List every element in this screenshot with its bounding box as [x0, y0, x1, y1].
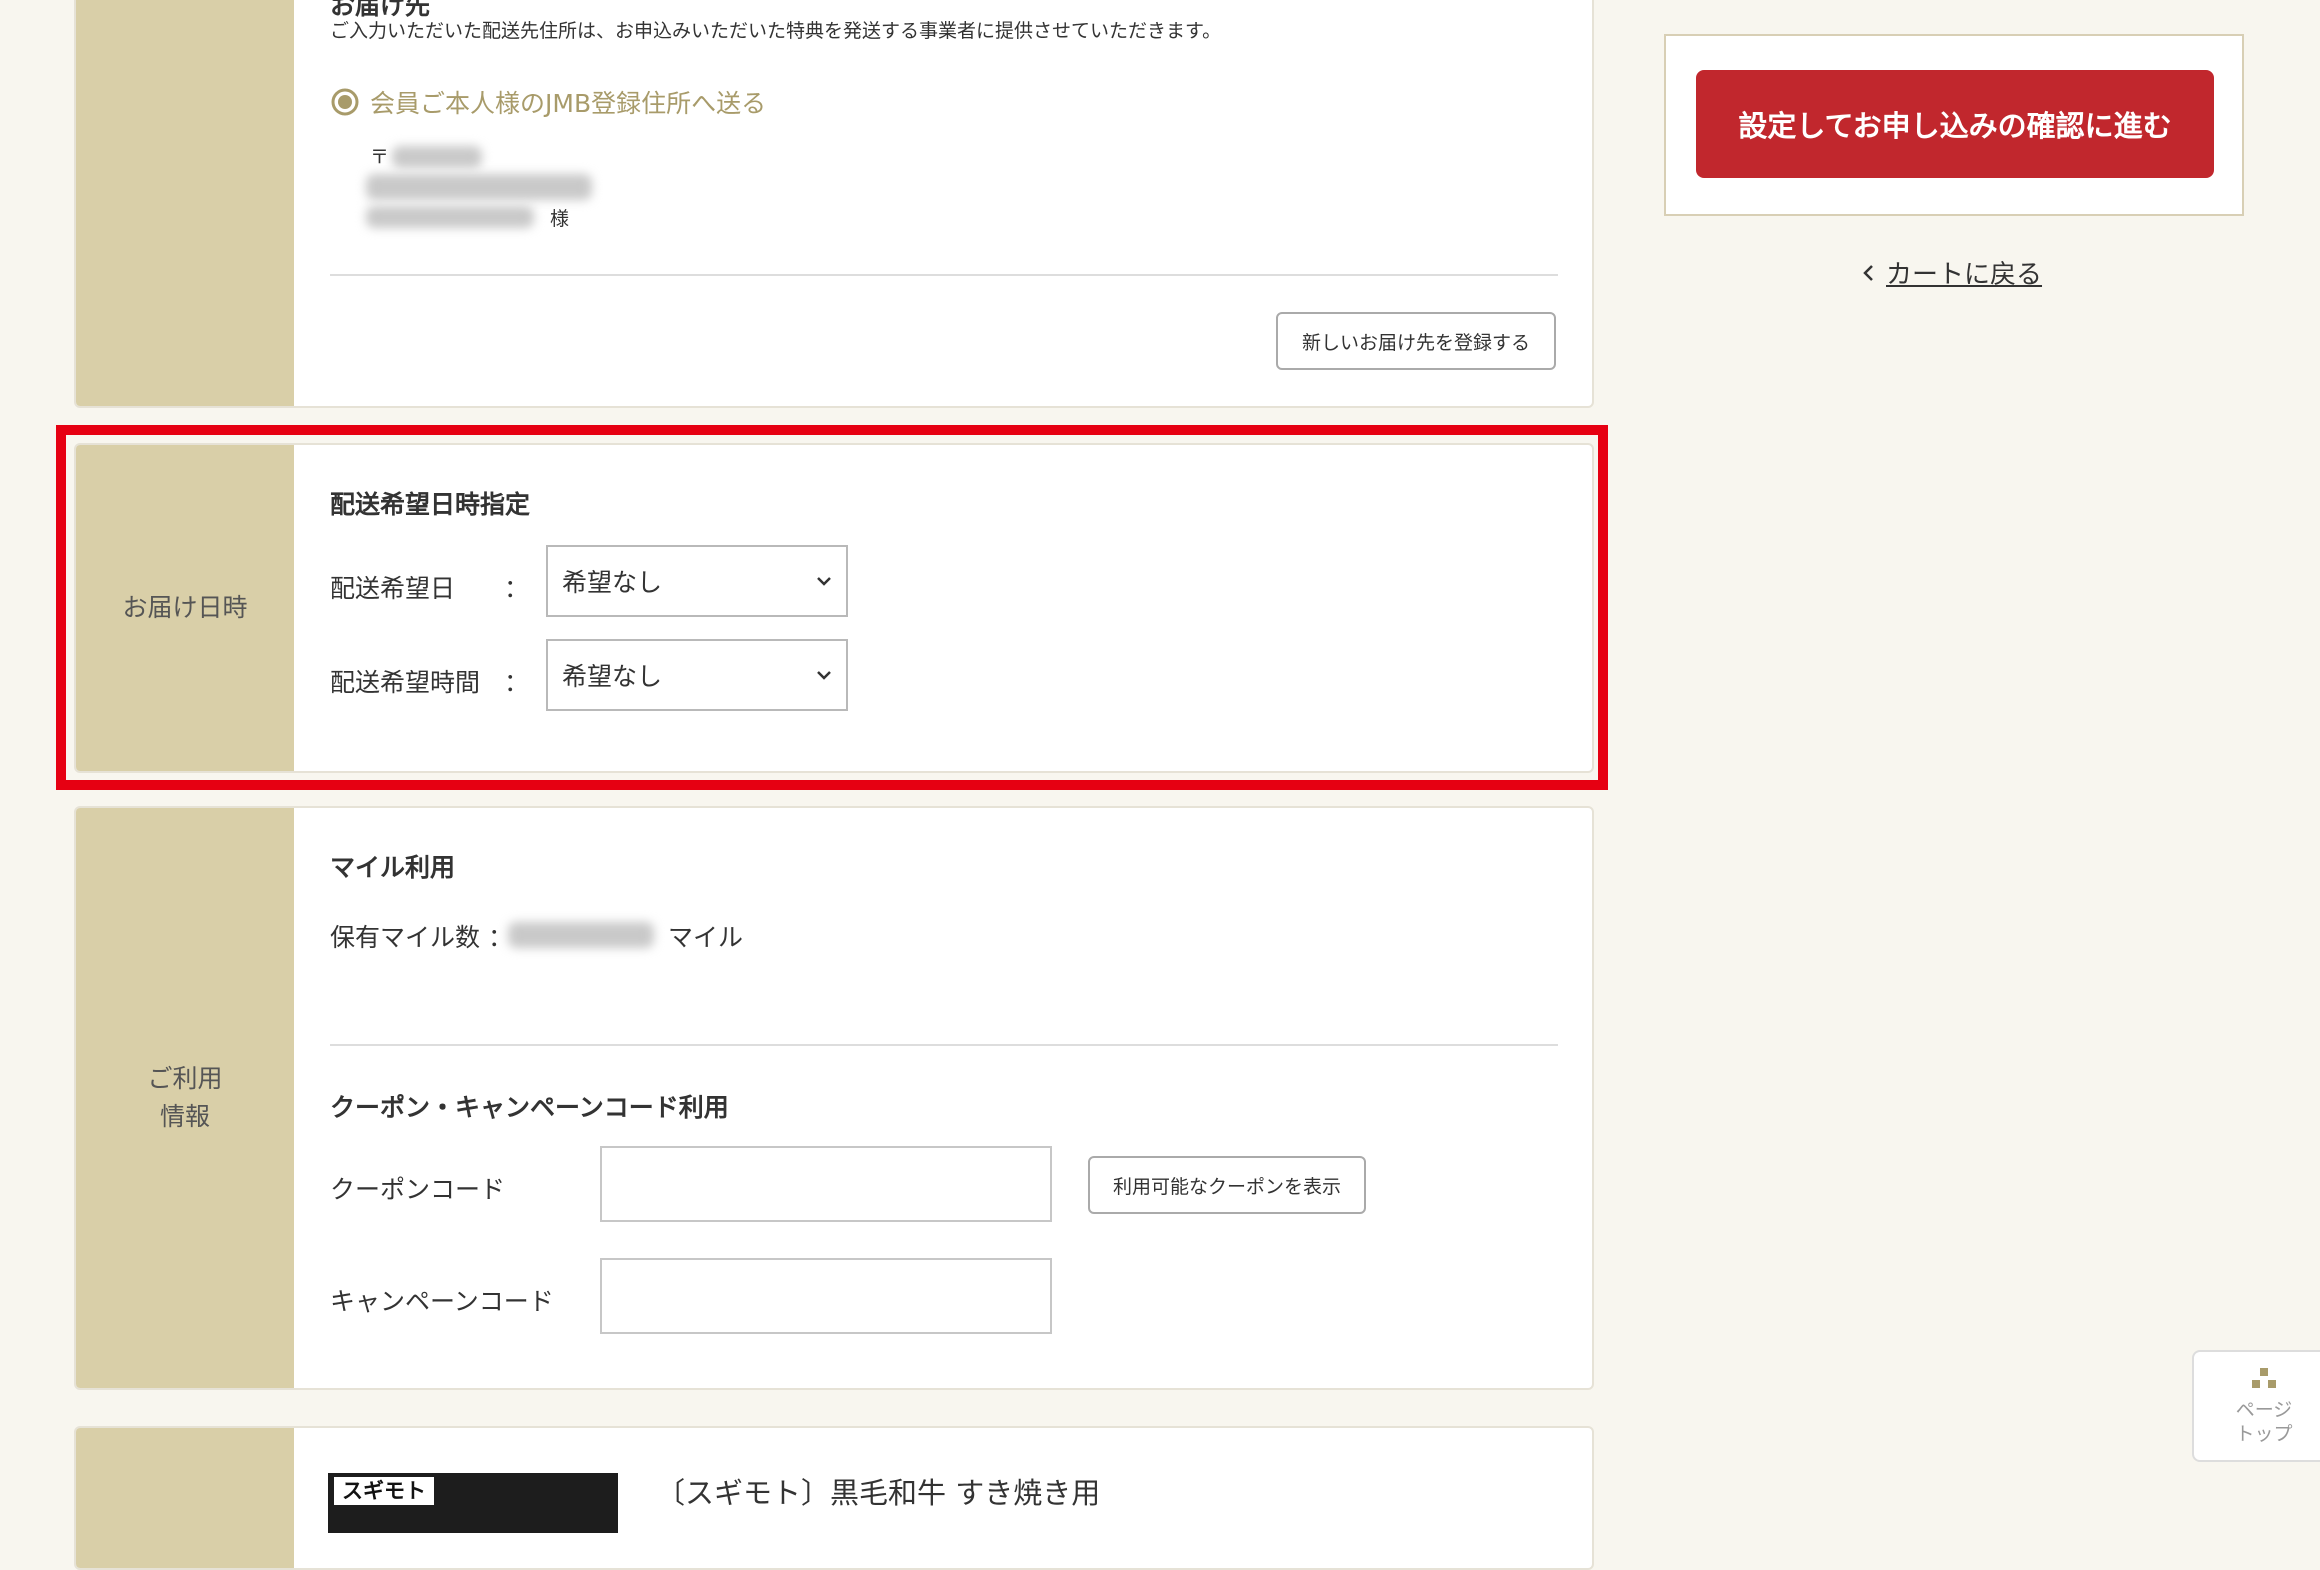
- address-divider: [330, 274, 1558, 276]
- product-name: 〔スギモト〕黒毛和牛 すき焼き用: [656, 1476, 1101, 1510]
- page-top-icon: [2252, 1368, 2276, 1388]
- page-top-line1: ページ: [2235, 1399, 2293, 1421]
- recipient-name-redacted: [366, 206, 534, 228]
- back-to-cart-link[interactable]: カートに戻る: [1858, 254, 2042, 291]
- usage-divider: [330, 1044, 1558, 1046]
- coupon-label: クーポンコード: [330, 1175, 506, 1204]
- usage-info-card: ご利用 情報 マイル利用 保有マイル数 ： マイル クーポン・キャンペーンコード…: [74, 806, 1594, 1390]
- usage-side-label: ご利用 情報: [76, 808, 294, 1388]
- back-to-cart-label: カートに戻る: [1886, 260, 2043, 290]
- jmb-address-radio[interactable]: 会員ご本人様のJMB登録住所へ送る: [330, 84, 766, 120]
- miles-label: 保有マイル数 ：: [330, 923, 513, 952]
- campaign-code-input[interactable]: [600, 1258, 1052, 1334]
- chevron-left-icon: [1863, 264, 1873, 281]
- honorific: 様: [550, 208, 570, 230]
- miles-title: マイル利用: [330, 853, 456, 882]
- address-notice: ご入力いただいた配送先住所は、お申込みいただいた特典を発送する事業者に提供させて…: [330, 20, 1222, 42]
- highlight-frame: [56, 425, 1608, 790]
- product-thumbnail: スギモト: [328, 1473, 618, 1533]
- confirm-application-button[interactable]: 設定してお申し込みの確認に進む: [1696, 70, 2214, 178]
- address-card: お届け先 ご入力いただいた配送先住所は、お申込みいただいた特典を発送する事業者に…: [74, 0, 1594, 408]
- cta-panel: 設定してお申し込みの確認に進む: [1664, 34, 2244, 216]
- address-side-label: [76, 0, 294, 406]
- show-coupons-button[interactable]: 利用可能なクーポンを表示: [1088, 1156, 1366, 1214]
- coupon-title: クーポン・キャンペーンコード利用: [330, 1093, 729, 1122]
- miles-balance-redacted: [508, 922, 654, 948]
- product-side-label: [76, 1428, 294, 1568]
- postal-mark: 〒: [370, 146, 390, 168]
- product-card: 〔スギモト〕黒毛和牛 すき焼き用: [74, 1426, 1594, 1570]
- coupon-code-input[interactable]: [600, 1146, 1052, 1222]
- page-top-button[interactable]: ページ トップ: [2192, 1350, 2320, 1462]
- new-address-button[interactable]: 新しいお届け先を登録する: [1276, 312, 1556, 370]
- postal-code-redacted: [392, 146, 482, 168]
- radio-selected-icon: [331, 88, 359, 116]
- radio-label: 会員ご本人様のJMB登録住所へ送る: [370, 89, 767, 118]
- address-line-redacted: [366, 174, 592, 200]
- miles-unit: マイル: [668, 923, 744, 952]
- product-brand-logo: スギモト: [334, 1477, 434, 1505]
- campaign-label: キャンペーンコード: [330, 1287, 554, 1316]
- page-top-line2: トップ: [2235, 1423, 2293, 1445]
